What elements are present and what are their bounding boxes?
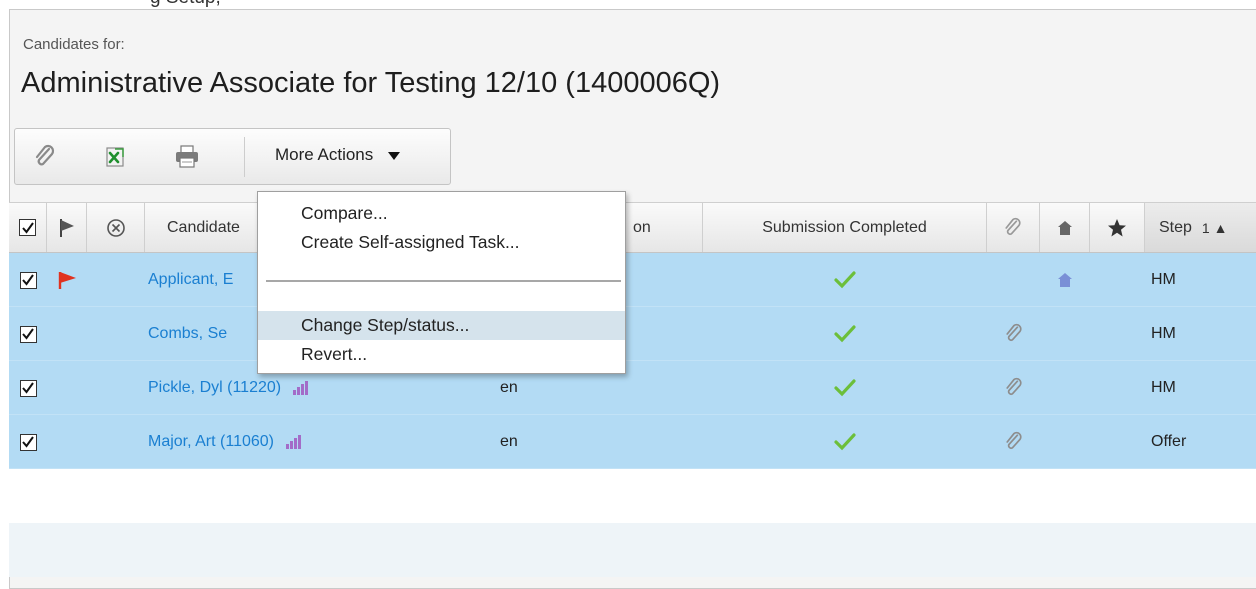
more-actions-button[interactable]: More Actions (275, 145, 400, 165)
attachment-icon[interactable] (987, 361, 1040, 415)
empty-row (9, 523, 1256, 577)
table-row[interactable]: Combs, Se HM (9, 307, 1256, 361)
header-submission-label: Submission Completed (762, 218, 927, 236)
header-step-sort: 1 ▲ (1201, 219, 1228, 236)
attachment-icon[interactable] (987, 415, 1040, 469)
house-icon (1040, 253, 1090, 307)
more-actions-menu: Compare... Create Self-assigned Task... … (257, 191, 626, 374)
header-house-icon[interactable] (1040, 203, 1090, 252)
header-star-icon[interactable] (1090, 203, 1145, 252)
step-value: HM (1151, 271, 1176, 288)
ranking-bars-icon (293, 381, 309, 395)
header-attachment-icon[interactable] (987, 203, 1040, 252)
step-value: HM (1151, 325, 1176, 342)
more-actions-label: More Actions (275, 145, 374, 164)
select-all-checkbox[interactable] (19, 219, 36, 236)
candidate-name-link[interactable]: Major, Art (11060) (148, 415, 301, 469)
page-title: Administrative Associate for Testing 12/… (21, 67, 721, 99)
top-fragment: g Setup, (150, 0, 221, 9)
flag-icon[interactable] (47, 253, 87, 307)
table-header: Candidate on on Submission Completed Ste… (9, 202, 1256, 253)
header-language-fragment: on (633, 218, 651, 236)
table-row[interactable]: Applicant, E HM (9, 253, 1256, 307)
toolbar: More Actions (14, 128, 451, 185)
candidate-name-link[interactable]: Combs, Se (148, 307, 227, 361)
header-withdrawn-icon[interactable] (87, 203, 145, 252)
candidate-name: Major, Art (11060) (148, 433, 274, 450)
header-step-label: Step (1159, 218, 1192, 236)
row-checkbox[interactable] (19, 379, 37, 397)
printer-icon[interactable] (167, 139, 207, 175)
header-flag-icon[interactable] (47, 203, 87, 252)
row-checkbox[interactable] (19, 271, 37, 289)
header-select-all[interactable] (9, 203, 47, 252)
page-subtitle: Candidates for: (23, 36, 125, 53)
header-submission-completed[interactable]: Submission Completed (703, 203, 987, 252)
checkmark-icon (703, 361, 987, 415)
menu-item-create-task[interactable]: Create Self-assigned Task... (258, 228, 625, 257)
checkmark-icon (703, 307, 987, 361)
header-step[interactable]: Step 1 ▲ (1145, 203, 1256, 252)
step-value: HM (1151, 379, 1176, 396)
menu-item-change-step[interactable]: Change Step/status... (258, 311, 625, 340)
toolbar-separator (244, 137, 245, 177)
caret-down-icon (388, 151, 400, 160)
header-candidate-label: Candidate (167, 218, 240, 236)
empty-row (9, 469, 1256, 523)
table-row[interactable]: Pickle, Dyl (11220) en HM (9, 361, 1256, 415)
language-value: en (500, 433, 518, 450)
step-value: Offer (1151, 433, 1187, 450)
excel-export-icon[interactable] (95, 139, 135, 175)
candidate-name-link[interactable]: Applicant, E (148, 253, 233, 307)
checkmark-icon (703, 253, 987, 307)
row-checkbox[interactable] (19, 325, 37, 343)
checkmark-icon (703, 415, 987, 469)
top-clipped-text: g Setup, (0, 0, 1256, 9)
attachment-icon[interactable] (987, 307, 1040, 361)
row-checkbox[interactable] (19, 433, 37, 451)
paperclip-icon[interactable] (25, 139, 65, 175)
menu-item-compare[interactable]: Compare... (258, 199, 625, 228)
ranking-bars-icon (285, 435, 301, 449)
candidate-name: Pickle, Dyl (11220) (148, 379, 282, 396)
table-row[interactable]: Major, Art (11060) en Offer (9, 415, 1256, 469)
menu-separator (266, 280, 621, 282)
menu-item-revert[interactable]: Revert... (258, 340, 625, 369)
